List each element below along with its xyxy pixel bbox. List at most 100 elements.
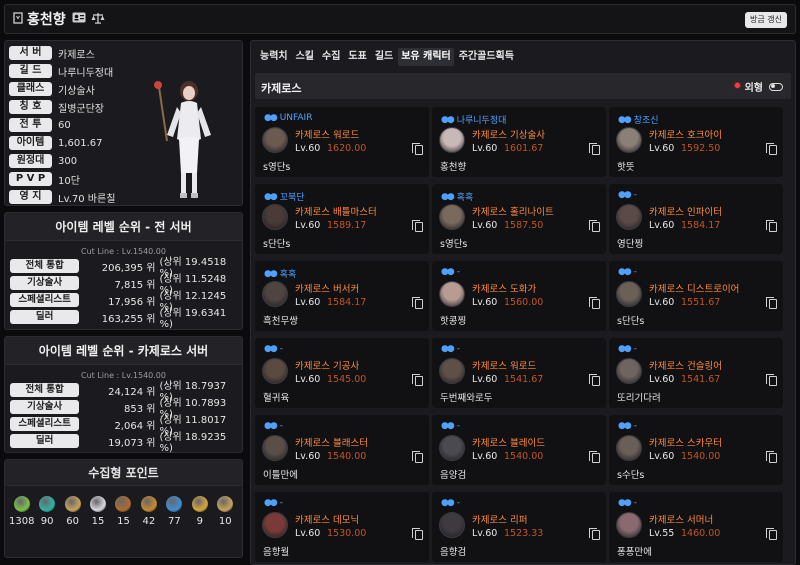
character-card[interactable]: ●● - 카제로스 기공사 Lv.60 1545.00 혈귀육 (255, 338, 429, 408)
copy-icon[interactable] (766, 374, 777, 386)
tab-0[interactable]: 능력치 (257, 48, 291, 66)
copy-icon[interactable] (766, 143, 777, 155)
copy-icon[interactable] (412, 528, 423, 540)
character-card[interactable]: ●● 혹혹 카제로스 홀리나이트 Lv.60 1587.50 s영단s (432, 184, 606, 254)
copy-icon[interactable] (589, 451, 600, 463)
ignea-token-icon (115, 496, 132, 512)
tab-3[interactable]: 도표 (345, 48, 369, 66)
character-card[interactable]: ●● - 카제로스 데모닉 Lv.60 1530.00 음향월 (255, 492, 429, 562)
guild-row: ●● - (618, 421, 637, 431)
scales-icon[interactable] (91, 12, 105, 27)
mokoko-seed-icon (13, 496, 30, 512)
tab-4[interactable]: 길드 (372, 48, 396, 66)
character-card[interactable]: ●● 혹혹 카제로스 버서커 Lv.60 1584.17 흑천무쌍 (255, 261, 429, 331)
character-card[interactable]: ●● - 카제로스 블레이드 Lv.60 1540.00 음양검 (432, 415, 606, 485)
collection-item[interactable]: 90 (34, 496, 59, 527)
tab-1[interactable]: 스킬 (293, 48, 317, 66)
collection-item[interactable]: 15 (111, 496, 136, 527)
copy-icon[interactable] (766, 297, 777, 309)
profile-card-icon[interactable] (72, 12, 86, 26)
character-server-class: 카제로스 홀리나이트 (472, 207, 554, 218)
character-name-label: s수단s (617, 470, 645, 481)
character-card[interactable]: ●● - 카제로스 스카우터 Lv.60 1540.00 s수단s (609, 415, 783, 485)
character-server-class: 카제로스 데모닉 (295, 515, 360, 526)
character-card[interactable]: ●● - 카제로스 리퍼 Lv.60 1523.33 음향검 (432, 492, 606, 562)
profile-value: 카제로스 (58, 49, 95, 61)
profile-panel: 서 버 카제로스 길 드 나루니두정대 클래스 기상술사 칭 호 질병군단장 전 투 60 아이템 1… (4, 40, 243, 206)
character-avatar (616, 127, 642, 153)
rank-value: 17,956 위 (108, 296, 156, 308)
character-item-level: 1540.00 (681, 451, 721, 462)
copy-icon[interactable] (766, 528, 777, 540)
bookmark-icon[interactable] (13, 11, 23, 27)
character-card[interactable]: ●● - 카제로스 블래스터 Lv.60 1540.00 이틀만에 (255, 415, 429, 485)
character-level: Lv.60 (472, 374, 498, 385)
character-card[interactable]: ●● - 카제로스 디스트로이어 Lv.60 1551.67 s단단s (609, 261, 783, 331)
copy-icon[interactable] (589, 220, 600, 232)
collection-item[interactable]: 42 (136, 496, 161, 527)
copy-icon[interactable] (766, 220, 777, 232)
character-card[interactable]: ●● - 카제로스 도화가 Lv.60 1560.00 핫콩찡 (432, 261, 606, 331)
character-name-label: 두번째와로두 (440, 393, 493, 404)
copy-icon[interactable] (589, 374, 600, 386)
profile-label: 클래스 (9, 82, 52, 96)
character-server-class: 카제로스 인파이터 (649, 207, 722, 218)
collection-value: 9 (196, 516, 203, 527)
character-server-class: 카제로스 기공사 (295, 361, 360, 372)
guild-name: - (456, 267, 460, 277)
tab-5[interactable]: 보유 캐릭터 (398, 48, 454, 66)
character-card[interactable]: ●● 창조신 카제로스 호크아이 Lv.60 1592.50 핫뜻 (609, 107, 783, 177)
guild-row: ●● - (618, 344, 637, 354)
character-card[interactable]: ●● - 카제로스 워로드 Lv.60 1541.67 두번째와로두 (432, 338, 606, 408)
copy-icon[interactable] (412, 220, 423, 232)
character-card[interactable]: ●● 꼬북단 카제로스 배틀마스터 Lv.60 1589.17 s단단s (255, 184, 429, 254)
character-level: Lv.60 (649, 451, 675, 462)
collection-item[interactable]: 60 (60, 496, 85, 527)
copy-icon[interactable] (412, 451, 423, 463)
character-card[interactable]: ●● - 카제로스 인파이터 Lv.60 1584.17 영단찡 (609, 184, 783, 254)
character-card[interactable]: ●● UNFAIR 카제로스 워로드 Lv.60 1620.00 s영단s (255, 107, 429, 177)
tab-2[interactable]: 수집 (319, 48, 343, 66)
profile-value: 질병군단장 (58, 103, 104, 115)
guild-row: ●● - (618, 190, 637, 200)
character-card[interactable]: ●● - 카제로스 서머너 Lv.55 1460.00 퐁퐁만에 (609, 492, 783, 562)
copy-icon[interactable] (412, 374, 423, 386)
profile-label: 칭 호 (9, 100, 52, 114)
character-item-level: 1560.00 (504, 297, 544, 308)
collection-item[interactable]: 9 (187, 496, 212, 527)
guild-row: ●● UNFAIR (264, 113, 312, 123)
people-icon: ●● (618, 114, 632, 125)
refresh-button[interactable]: 방금 갱신 (745, 12, 787, 28)
collection-item[interactable]: 15 (85, 496, 110, 527)
character-card[interactable]: ●● - 카제로스 건슬링어 Lv.60 1541.67 또리기다려 (609, 338, 783, 408)
copy-icon[interactable] (589, 143, 600, 155)
copy-icon[interactable] (766, 451, 777, 463)
collection-panel: 수집형 포인트 1308 90 60 15 15 42 77 9 10 (4, 459, 243, 558)
character-level: Lv.60 (649, 220, 675, 231)
appearance-toggle[interactable]: ✹ 외형 (733, 79, 783, 94)
collection-title: 수집형 포인트 (5, 460, 242, 486)
copy-icon[interactable] (589, 528, 600, 540)
people-icon: ●● (618, 498, 632, 508)
copy-icon[interactable] (412, 143, 423, 155)
rank-label: 기상술사 (10, 276, 80, 290)
character-level: Lv.60 (472, 143, 498, 154)
tab-6[interactable]: 주간골드획득 (456, 48, 517, 66)
copy-icon[interactable] (412, 297, 423, 309)
character-name-label: s단단s (617, 316, 645, 327)
collection-item[interactable]: 77 (162, 496, 187, 527)
people-icon: ●● (264, 498, 278, 508)
guild-name: UNFAIR (279, 113, 313, 123)
character-server-class: 카제로스 버서커 (295, 284, 360, 295)
character-card[interactable]: ●● 나루니두정대 카제로스 기상술사 Lv.60 1601.67 홍천향 (432, 107, 606, 177)
copy-icon[interactable] (589, 297, 600, 309)
toggle-switch-icon[interactable] (769, 82, 783, 91)
character-name-label: 또리기다려 (617, 393, 661, 404)
guild-name: - (633, 190, 637, 200)
character-level: Lv.60 (472, 220, 498, 231)
character-server-class: 카제로스 디스트로이어 (649, 284, 740, 295)
collection-item[interactable]: 1308 (9, 496, 34, 527)
character-name-label: 음향검 (440, 547, 467, 558)
collection-item[interactable]: 10 (213, 496, 238, 527)
adventure-tome-icon (140, 496, 157, 512)
